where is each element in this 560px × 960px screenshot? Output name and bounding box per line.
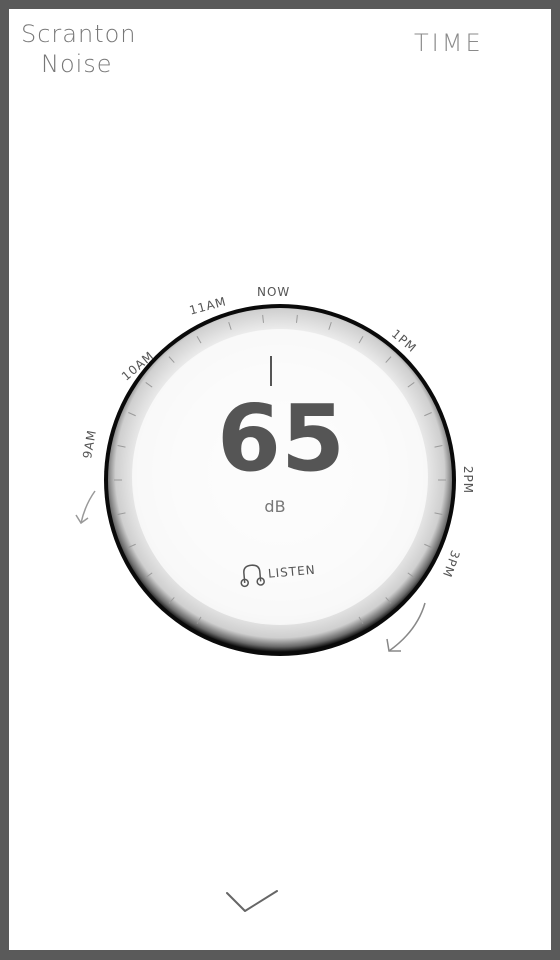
listen-label: LISTEN — [267, 562, 317, 581]
app-frame: Scranton Noise TIME 9AM 10AM 11AM NOW 1P… — [9, 9, 551, 950]
noise-level-value: 65 — [216, 385, 346, 492]
noise-dial[interactable]: 9AM 10AM 11AM NOW 1PM 2PM 3PM 65 dB LIST… — [9, 9, 551, 950]
noise-level-unit: dB — [264, 497, 286, 516]
arrow-curve-icon[interactable] — [381, 599, 431, 659]
dial-needle — [270, 356, 272, 386]
headphones-icon — [240, 564, 265, 588]
checkmark-icon[interactable] — [223, 879, 283, 919]
tick-label-now: NOW — [257, 285, 291, 299]
tick-label-2pm: 2PM — [461, 465, 476, 495]
arrow-left-icon[interactable] — [73, 487, 101, 527]
